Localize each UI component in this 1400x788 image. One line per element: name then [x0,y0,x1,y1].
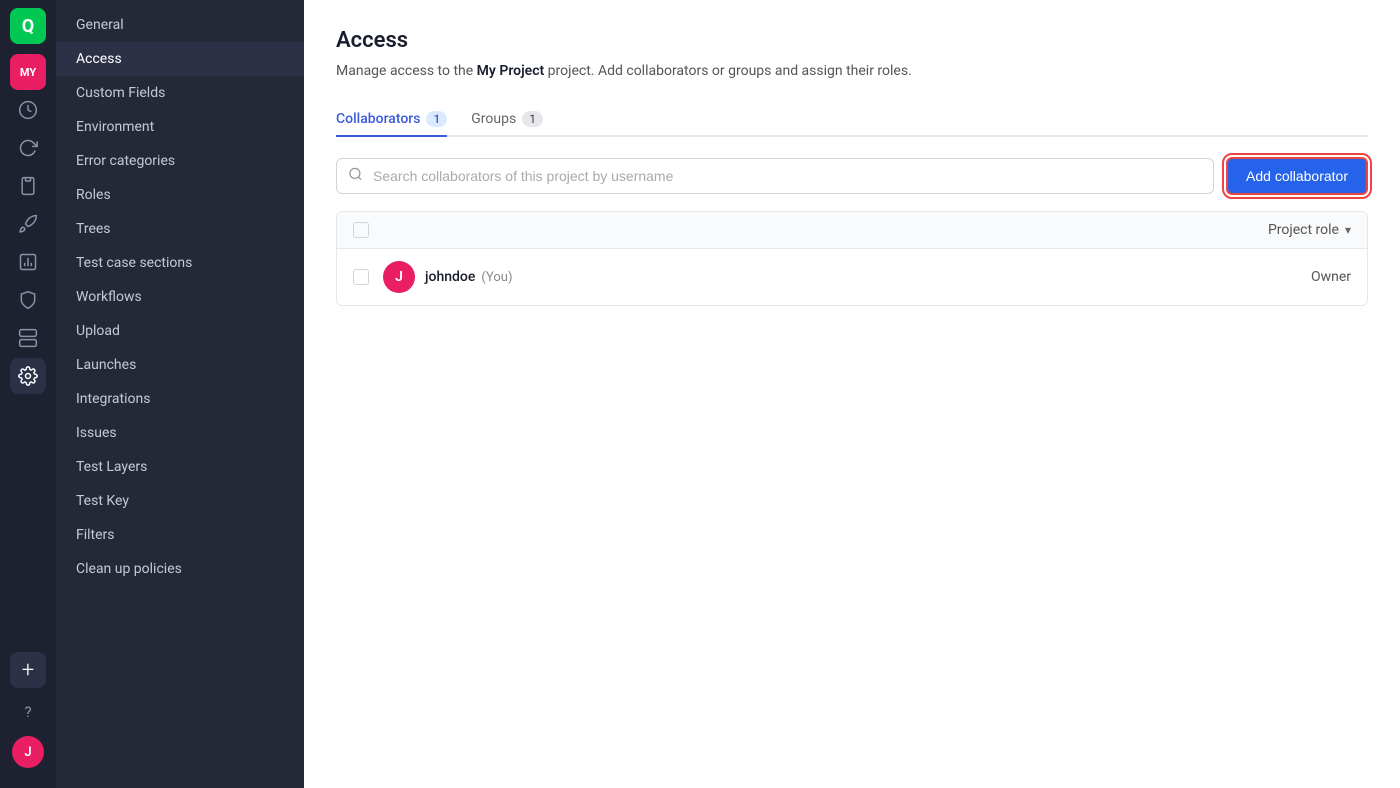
rocket-nav-icon[interactable] [10,206,46,242]
description-prefix: Manage access to the [336,63,477,79]
add-collaborator-button[interactable]: Add collaborator [1226,157,1368,195]
tab-label: Groups [471,111,516,127]
icon-nav: Q MY + ? J [0,0,56,788]
project-role-column-header[interactable]: Project role ▾ [1268,222,1351,238]
page-title: Access [336,28,1368,53]
refresh-nav-icon[interactable] [10,130,46,166]
chevron-down-icon: ▾ [1345,223,1351,237]
my-project-button[interactable]: MY [10,54,46,90]
sidebar-item-workflows[interactable]: Workflows [56,280,304,314]
row-checkbox[interactable] [353,269,369,285]
search-icon [348,167,363,186]
sidebar-item-roles[interactable]: Roles [56,178,304,212]
logo-letter: Q [22,16,34,37]
tabs-bar: Collaborators 1 Groups 1 [336,103,1368,137]
sidebar-item-environment[interactable]: Environment [56,110,304,144]
user-info: johndoe (You) [425,269,1311,285]
tab-badge: 1 [522,111,543,127]
sidebar-item-launches[interactable]: Launches [56,348,304,382]
help-nav-icon[interactable]: ? [10,694,46,730]
description-suffix: project. Add collaborators or groups and… [544,63,912,79]
user-avatar: J [383,261,415,293]
sidebar: GeneralAccessCustom FieldsEnvironmentErr… [56,0,304,788]
table-row: J johndoe (You) Owner [337,249,1367,305]
sidebar-item-trees[interactable]: Trees [56,212,304,246]
username: johndoe [425,269,475,285]
chart-nav-icon[interactable] [10,244,46,280]
collaborators-table: Project role ▾ J johndoe (You) Owner [336,211,1368,306]
sidebar-item-clean-up-policies[interactable]: Clean up policies [56,552,304,586]
sidebar-item-test-layers[interactable]: Test Layers [56,450,304,484]
table-header: Project role ▾ [337,212,1367,249]
tab-groups[interactable]: Groups 1 [471,103,543,137]
description: Manage access to the My Project project.… [336,63,1368,79]
sidebar-item-custom-fields[interactable]: Custom Fields [56,76,304,110]
user-avatar-nav[interactable]: J [12,736,44,768]
gear-nav-icon[interactable] [10,358,46,394]
sidebar-item-general[interactable]: General [56,8,304,42]
table-header-left [353,222,383,238]
clipboard-nav-icon[interactable] [10,168,46,204]
sidebar-item-issues[interactable]: Issues [56,416,304,450]
tab-collaborators[interactable]: Collaborators 1 [336,103,447,137]
sidebar-item-filters[interactable]: Filters [56,518,304,552]
sidebar-item-test-case-sections[interactable]: Test case sections [56,246,304,280]
sidebar-item-integrations[interactable]: Integrations [56,382,304,416]
main-content: Access Manage access to the My Project p… [304,0,1400,788]
storage-nav-icon[interactable] [10,320,46,356]
sidebar-item-test-key[interactable]: Test Key [56,484,304,518]
you-badge: (You) [481,270,512,285]
search-input[interactable] [336,158,1214,194]
select-all-checkbox[interactable] [353,222,369,238]
add-nav-icon[interactable]: + [10,652,46,688]
security-nav-icon[interactable] [10,282,46,318]
sidebar-item-access[interactable]: Access [56,42,304,76]
sidebar-item-error-categories[interactable]: Error categories [56,144,304,178]
search-wrapper [336,158,1214,194]
project-name: My Project [477,63,545,79]
tab-badge: 1 [426,111,447,127]
search-row: Add collaborator [336,157,1368,195]
logo-button[interactable]: Q [10,8,46,44]
tab-label: Collaborators [336,111,420,127]
role-label: Owner [1311,269,1351,285]
sidebar-item-upload[interactable]: Upload [56,314,304,348]
dashboard-nav-icon[interactable] [10,92,46,128]
